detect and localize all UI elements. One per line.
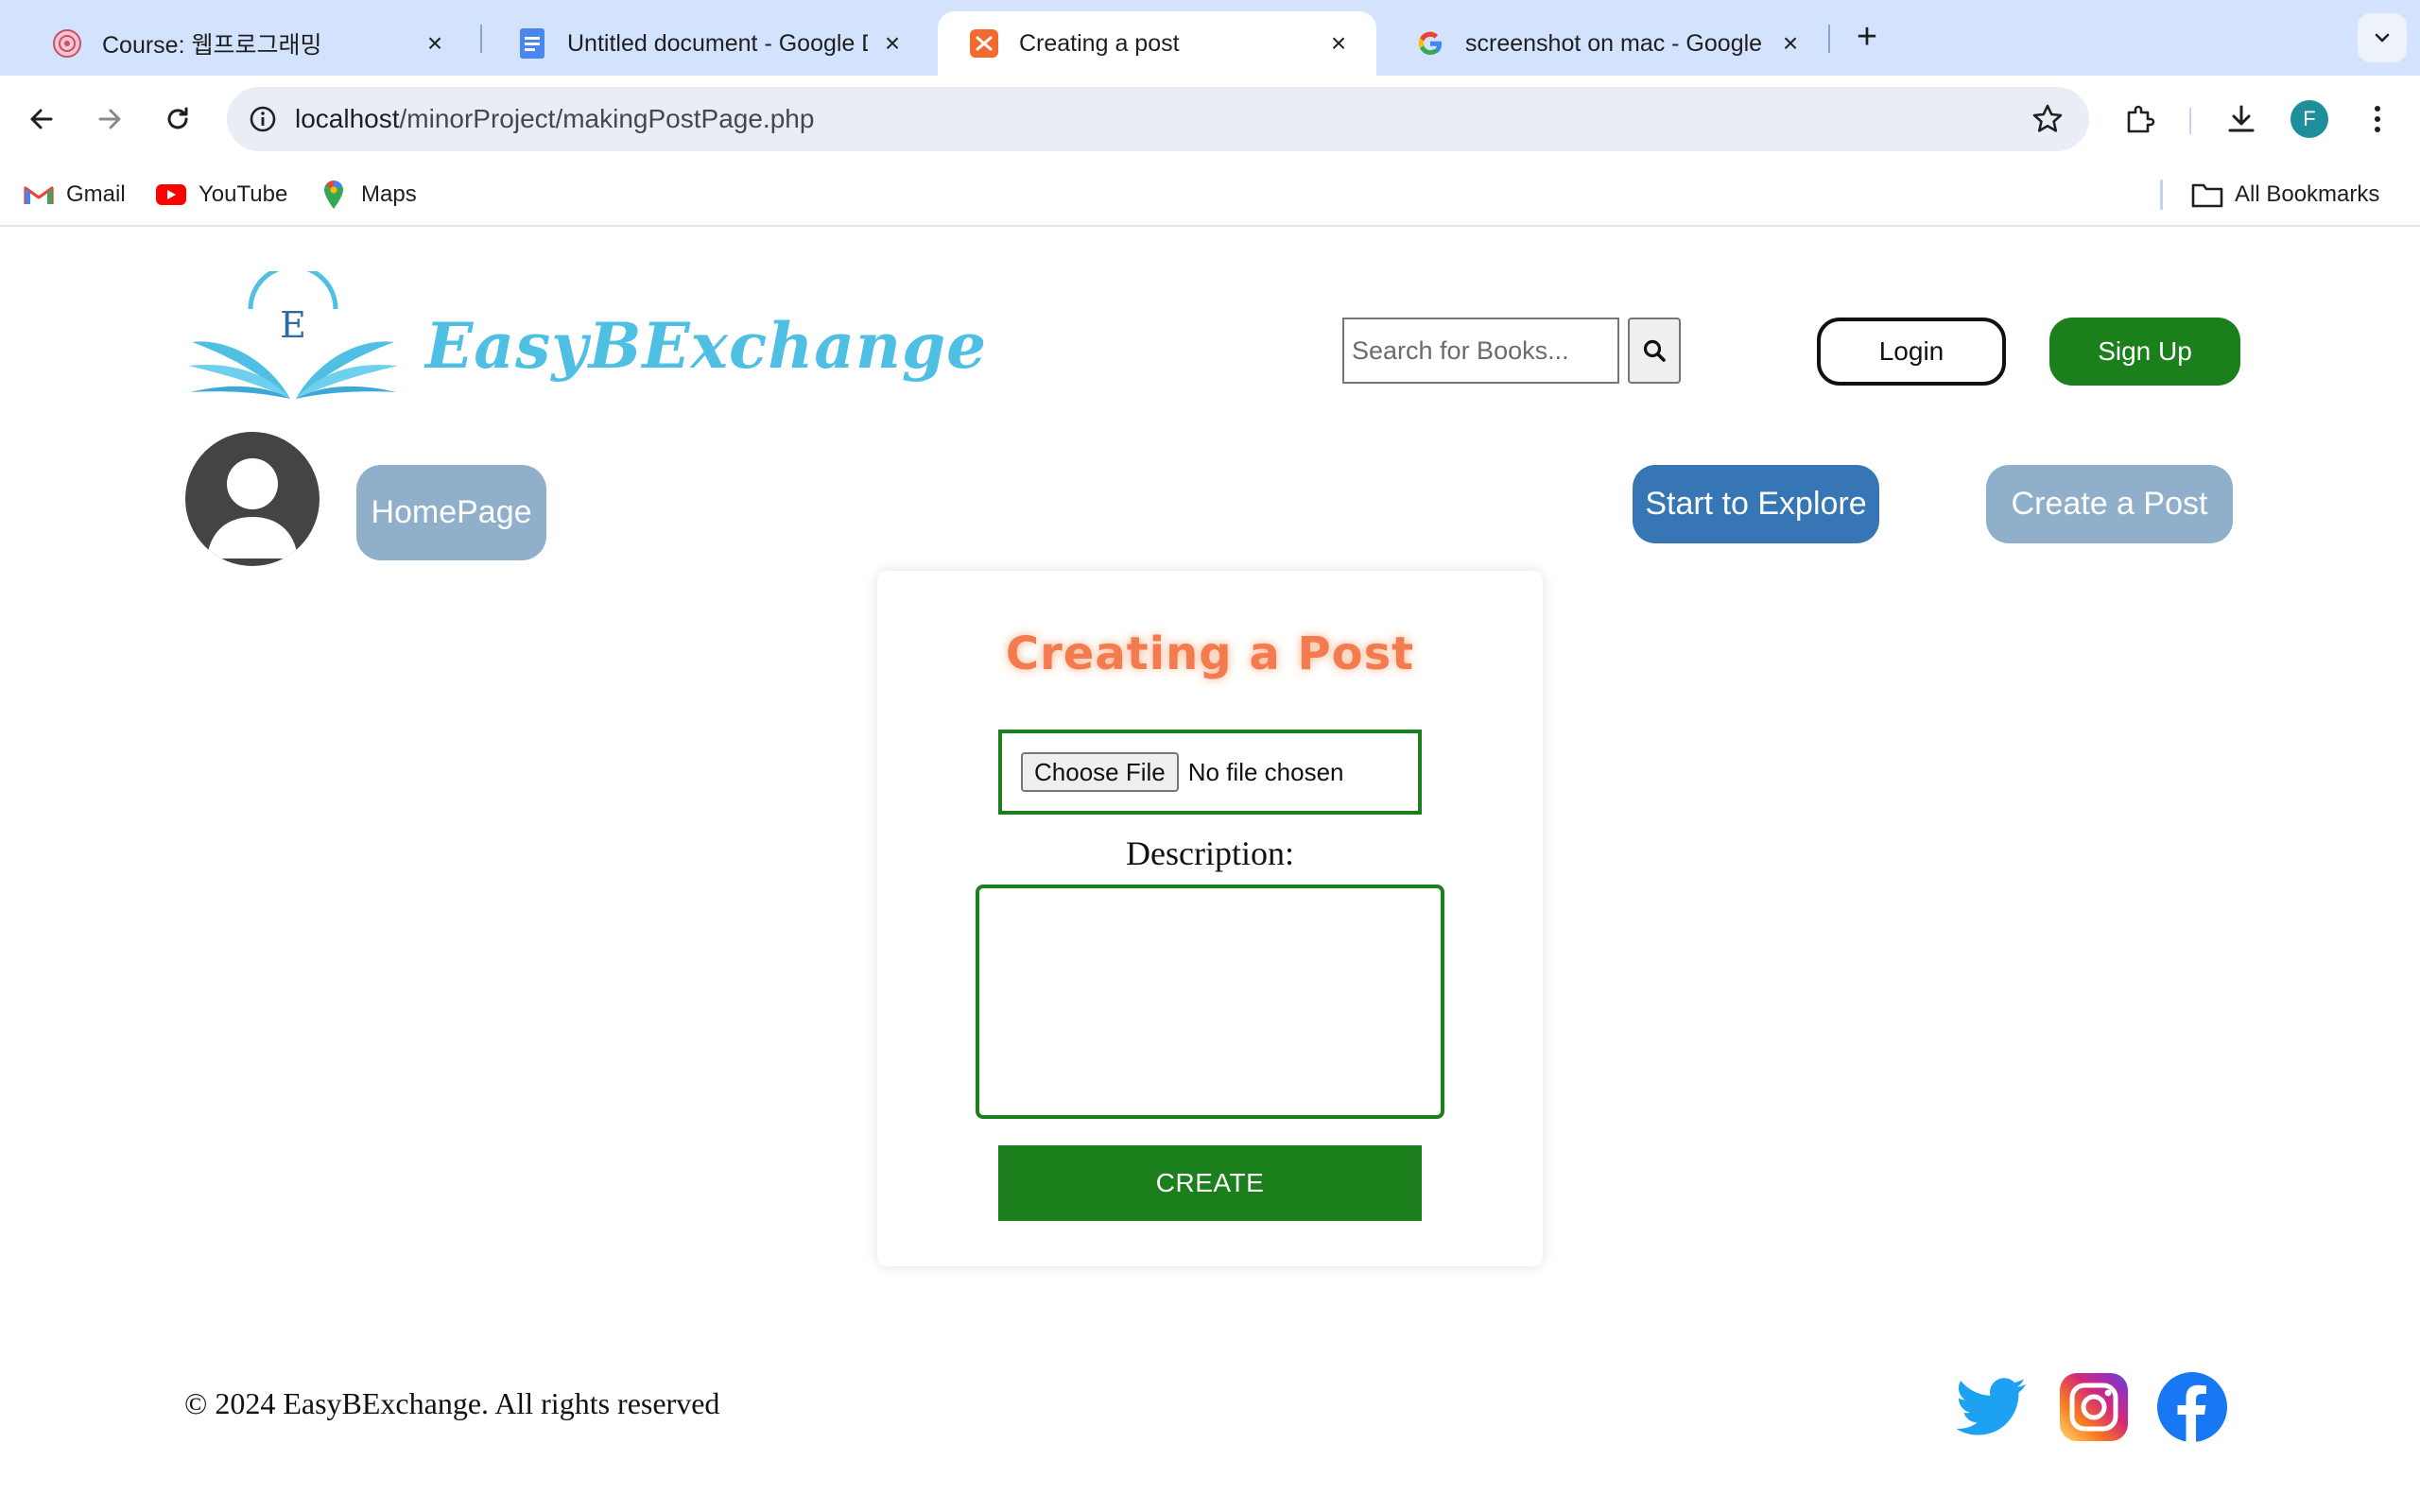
- forward-button[interactable]: [87, 96, 132, 142]
- all-bookmarks-label: All Bookmarks: [2235, 181, 2380, 207]
- close-tab-icon[interactable]: ×: [1777, 30, 1804, 57]
- arrow-right-icon: [98, 109, 121, 129]
- folder-icon: [2191, 180, 2223, 209]
- search-button[interactable]: [1628, 318, 1681, 384]
- bookmarks-bar: Gmail YouTube Maps All Bookmarks: [0, 163, 2420, 227]
- extensions-button[interactable]: [2118, 96, 2163, 142]
- bookmark-gmail[interactable]: Gmail: [23, 178, 126, 212]
- tab-title: Creating a post: [1019, 29, 1180, 57]
- gmail-icon: [23, 180, 55, 209]
- tab-title: screenshot on mac - Google S: [1465, 29, 1766, 57]
- facebook-icon[interactable]: [2155, 1370, 2229, 1444]
- site-logo[interactable]: E EasyBExchange: [184, 264, 986, 413]
- signup-button[interactable]: Sign Up: [2049, 318, 2240, 386]
- instagram-icon[interactable]: [2057, 1370, 2131, 1444]
- file-upload-field[interactable]: Choose File No file chosen: [998, 730, 1422, 815]
- tab-strip: Course: 웹프로그래밍 × Untitled document - Goo…: [0, 0, 2420, 76]
- description-textarea[interactable]: [976, 885, 1444, 1119]
- tab-title: Untitled document - Google D: [567, 29, 868, 57]
- new-tab-button[interactable]: +: [1846, 17, 1888, 59]
- create-a-post-button[interactable]: Create a Post: [1986, 465, 2233, 543]
- maps-pin-icon: [318, 180, 350, 209]
- arrow-left-icon: [30, 109, 53, 129]
- bookmark-label: Maps: [361, 181, 417, 207]
- profile-avatar[interactable]: F: [2290, 100, 2328, 138]
- url-host: localhost: [295, 104, 400, 133]
- create-button[interactable]: CREATE: [998, 1145, 1422, 1221]
- reload-button[interactable]: [155, 96, 200, 142]
- browser-toolbar: localhost/minorProject/makingPostPage.ph…: [0, 76, 2420, 163]
- close-tab-icon[interactable]: ×: [879, 30, 906, 57]
- search-icon: [1643, 339, 1666, 362]
- toolbar-divider: [2189, 108, 2191, 134]
- file-status-text: No file chosen: [1187, 757, 1344, 786]
- tab-search-button[interactable]: [2358, 13, 2407, 62]
- choose-file-button[interactable]: Choose File: [1021, 752, 1179, 792]
- youtube-icon: [155, 180, 187, 209]
- browser-menu-button[interactable]: [2355, 96, 2400, 142]
- tab-creating-a-post[interactable]: Creating a post ×: [938, 11, 1376, 76]
- form-title: Creating a Post: [1005, 627, 1415, 680]
- site-info-icon[interactable]: [244, 100, 282, 138]
- google-docs-icon: [516, 27, 548, 60]
- more-vertical-icon: [2375, 106, 2380, 132]
- bookmark-label: YouTube: [199, 181, 288, 207]
- footer-copyright: © 2024 EasyBExchange. All rights reserve…: [184, 1386, 720, 1420]
- close-tab-icon[interactable]: ×: [1325, 30, 1352, 57]
- bookmarks-divider: [2160, 180, 2163, 210]
- tab-course[interactable]: Course: 웹프로그래밍 ×: [21, 11, 473, 76]
- download-icon: [2228, 105, 2255, 132]
- bookmark-star-icon[interactable]: [2027, 98, 2068, 140]
- downloads-button[interactable]: [2219, 96, 2264, 142]
- description-label: Description:: [1126, 834, 1294, 872]
- page-content: E EasyBExchange Login Sign Up HomePage S…: [0, 229, 2420, 1512]
- avatar[interactable]: [185, 432, 320, 566]
- puzzle-icon: [2127, 105, 2155, 133]
- logo-text: EasyBExchange: [425, 309, 988, 383]
- bookmark-youtube[interactable]: YouTube: [155, 178, 287, 212]
- search-input[interactable]: [1342, 318, 1619, 384]
- logo-letter: E: [280, 304, 306, 346]
- back-button[interactable]: [19, 96, 64, 142]
- homepage-button[interactable]: HomePage: [356, 465, 546, 560]
- chevron-down-icon: [2375, 33, 2390, 43]
- login-button[interactable]: Login: [1817, 318, 2006, 386]
- tab-title: Course: 웹프로그래밍: [102, 32, 322, 59]
- tab-separator: [480, 25, 482, 53]
- google-g-icon: [1414, 27, 1446, 60]
- bookmark-label: Gmail: [66, 181, 126, 207]
- bookmark-maps[interactable]: Maps: [318, 178, 417, 212]
- tab-google-search[interactable]: screenshot on mac - Google S ×: [1384, 11, 1828, 76]
- xampp-icon: [968, 27, 1000, 60]
- url-path: /minorProject/makingPostPage.php: [399, 104, 815, 133]
- user-avatar-icon: [185, 432, 320, 566]
- all-bookmarks-button[interactable]: All Bookmarks: [2191, 178, 2379, 212]
- tab-separator: [1828, 25, 1830, 53]
- reload-icon: [167, 107, 188, 129]
- tab-google-docs[interactable]: Untitled document - Google D ×: [486, 11, 930, 76]
- url-text: localhost/minorProject/makingPostPage.ph…: [295, 104, 814, 134]
- twitter-icon[interactable]: [1955, 1370, 2029, 1444]
- address-bar[interactable]: localhost/minorProject/makingPostPage.ph…: [227, 87, 2089, 151]
- course-seal-icon: [51, 27, 83, 60]
- open-book-icon: E: [188, 264, 398, 399]
- create-post-form: Creating a Post Choose File No file chos…: [877, 571, 1543, 1266]
- start-to-explore-button[interactable]: Start to Explore: [1633, 465, 1879, 543]
- close-tab-icon[interactable]: ×: [422, 30, 448, 57]
